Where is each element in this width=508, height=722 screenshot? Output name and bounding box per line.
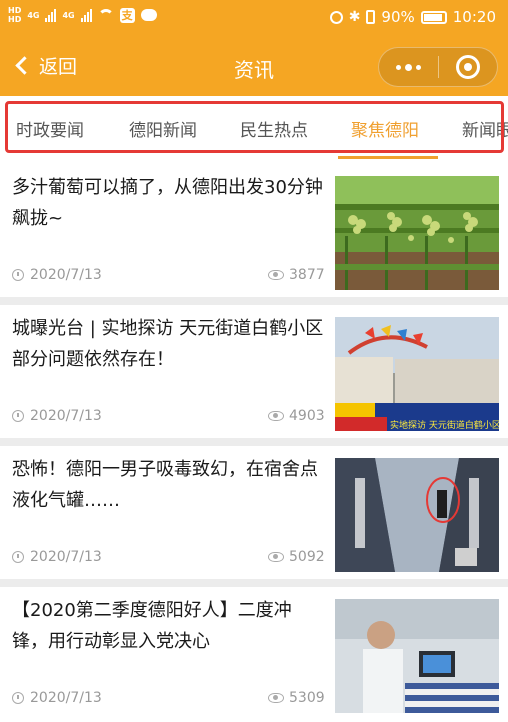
article-thumbnail: [335, 176, 499, 290]
dot-icon: [416, 64, 421, 70]
hd-indicator: HD HD: [8, 6, 21, 24]
target-icon: [455, 55, 480, 79]
article-thumbnail: 实地探访 天元街道白鹤小区部分问题依然存: [335, 317, 499, 431]
hd-label-1: HD: [8, 6, 22, 15]
eye-icon: [268, 270, 284, 280]
active-tab-indicator: [338, 156, 438, 159]
vibrate-icon: [366, 10, 376, 24]
battery-percent: 90%: [381, 8, 415, 26]
wifi-icon: [97, 9, 114, 21]
article-thumbnail: [335, 458, 499, 572]
article-item[interactable]: 恐怖！德阳一男子吸毒致幻，在宿舍点液化气罐…… 2020/7/13 5092: [0, 446, 508, 579]
list-separator: [0, 579, 508, 587]
date-text: 2020/7/13: [30, 549, 102, 565]
views-count: 5092: [289, 549, 325, 565]
clock-icon: [12, 410, 24, 422]
article-title: 【2020第二季度德阳好人】二度冲锋，用行动彰显入党决心: [12, 600, 292, 652]
tab-jujiao-active[interactable]: 聚焦德阳: [351, 116, 419, 141]
article-views: 5309: [268, 690, 325, 706]
article-title: 多汁葡萄可以摘了，从德阳出发30分钟飙拢~: [12, 177, 323, 229]
status-left: HD HD 4G 4G 支: [8, 6, 157, 24]
network-type-1: 4G: [27, 10, 40, 20]
article-thumbnail: [335, 599, 499, 713]
eye-icon: [268, 552, 284, 562]
article-date: 2020/7/13: [12, 549, 102, 565]
list-separator: [0, 297, 508, 305]
date-text: 2020/7/13: [30, 267, 102, 283]
article-title: 恐怖！德阳一男子吸毒致幻，在宿舍点液化气罐……: [12, 459, 318, 511]
eye-icon: [268, 411, 284, 421]
eye-icon: [268, 693, 284, 703]
article-title: 城曝光台 | 实地探访 天元街道白鹤小区部分问题依然存在！: [12, 318, 324, 370]
article-views: 4903: [268, 408, 325, 424]
clock-time: 10:20: [452, 8, 496, 26]
clock-icon: [12, 692, 24, 704]
network-type-2: 4G: [62, 10, 75, 20]
thumb-caption: 实地探访 天元街道白鹤小区部分问题依然存: [390, 419, 499, 431]
views-count: 4903: [289, 408, 325, 424]
article-item[interactable]: 多汁葡萄可以摘了，从德阳出发30分钟飙拢~ 2020/7/13 3877: [0, 164, 508, 297]
views-count: 3877: [289, 267, 325, 283]
tab-minsheng[interactable]: 民生热点: [240, 116, 308, 141]
article-item[interactable]: 【2020第二季度德阳好人】二度冲锋，用行动彰显入党决心 2020/7/13 5…: [0, 587, 508, 720]
chat-icon: [140, 9, 157, 21]
article-item[interactable]: 城曝光台 | 实地探访 天元街道白鹤小区部分问题依然存在！ 2020/7/13 …: [0, 305, 508, 438]
dot-icon: [405, 63, 412, 71]
more-button[interactable]: [379, 47, 438, 87]
close-miniprogram-button[interactable]: [439, 47, 497, 87]
list-separator: [0, 438, 508, 446]
dot-icon: [396, 64, 401, 70]
status-bar: HD HD 4G 4G 支 ✱ 90% 10:20: [0, 0, 508, 34]
app-header: HD HD 4G 4G 支 ✱ 90% 10:20 返回 资讯: [0, 0, 508, 96]
bluetooth-icon: ✱: [348, 9, 361, 25]
signal-icon: [45, 8, 57, 22]
date-text: 2020/7/13: [30, 408, 102, 424]
article-list: 多汁葡萄可以摘了，从德阳出发30分钟飙拢~ 2020/7/13 3877 城曝光…: [0, 164, 508, 720]
clock-icon: [12, 551, 24, 563]
tab-xinwenyan[interactable]: 新闻眼: [462, 116, 508, 141]
alarm-icon: [329, 10, 343, 24]
category-tabs: 时政要闻 德阳新闻 民生热点 聚焦德阳 新闻眼: [0, 96, 508, 164]
clock-icon: [12, 269, 24, 281]
battery-icon: [420, 10, 447, 24]
article-date: 2020/7/13: [12, 408, 102, 424]
hd-label-2: HD: [8, 15, 22, 24]
article-date: 2020/7/13: [12, 690, 102, 706]
article-views: 3877: [268, 267, 325, 283]
article-views: 5092: [268, 549, 325, 565]
tab-shizheng[interactable]: 时政要闻: [16, 116, 84, 141]
date-text: 2020/7/13: [30, 690, 102, 706]
tab-deyang-news[interactable]: 德阳新闻: [129, 116, 197, 141]
status-right: ✱ 90% 10:20: [329, 8, 496, 26]
signal-icon-2: [80, 8, 92, 22]
nav-bar: 返回 资讯: [0, 40, 508, 96]
alipay-icon: 支: [119, 7, 135, 23]
article-date: 2020/7/13: [12, 267, 102, 283]
views-count: 5309: [289, 690, 325, 706]
miniprogram-capsule: [378, 47, 498, 87]
